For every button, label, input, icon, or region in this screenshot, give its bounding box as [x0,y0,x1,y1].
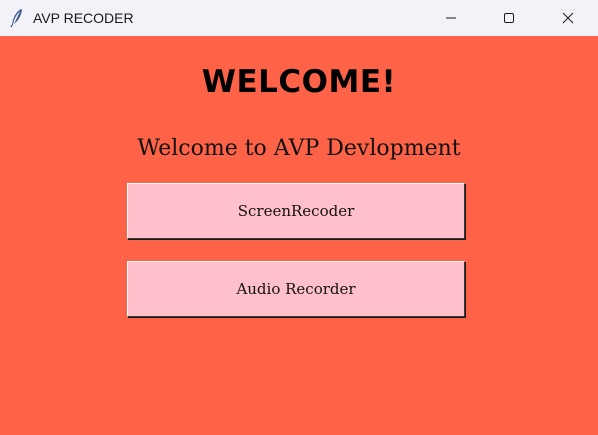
minimize-icon [446,17,456,19]
welcome-heading: WELCOME! [201,64,397,100]
maximize-icon [504,13,514,23]
welcome-subtitle: Welcome to AVP Devlopment [137,136,461,161]
maximize-button[interactable] [486,0,532,36]
app-window: AVP RECODER WELCOME! Welcome to AVP Devl… [0,0,598,435]
minimize-button[interactable] [428,0,474,36]
feather-icon [10,9,22,28]
main-panel: WELCOME! Welcome to AVP Devlopment Scree… [0,36,598,435]
close-icon [562,12,574,24]
window-title: AVP RECODER [33,10,134,26]
audio-recorder-button[interactable]: Audio Recorder [127,261,465,317]
close-button[interactable] [545,0,591,36]
title-bar[interactable]: AVP RECODER [0,0,598,36]
screen-recorder-button[interactable]: ScreenRecoder [127,183,465,239]
